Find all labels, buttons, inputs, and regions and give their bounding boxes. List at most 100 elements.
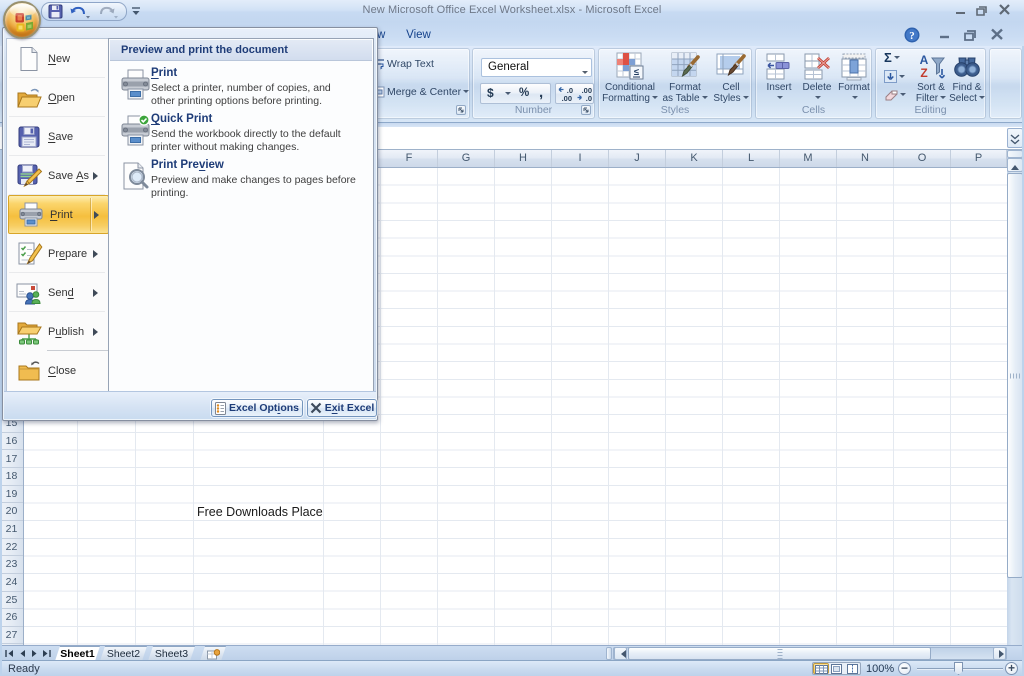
column-header-k[interactable]: K [666,150,723,167]
row-header-23[interactable]: 23 [0,556,23,574]
qat-redo-button[interactable] [97,4,119,23]
vertical-scroll-thumb[interactable] [1007,173,1023,578]
decrease-decimal-button[interactable]: .00.0 [576,85,593,105]
row-header-24[interactable]: 24 [0,574,23,592]
vertical-split-handle[interactable] [1007,150,1023,158]
number-dialog-launcher[interactable] [581,105,591,115]
excel-options-button[interactable]: Excel Options [211,399,303,417]
qat-customize-button[interactable] [129,5,143,18]
autosum-button[interactable]: Σ [884,49,900,66]
normal-view-button[interactable] [813,663,829,674]
currency-caret-icon[interactable] [505,92,511,98]
last-sheet-button[interactable] [41,648,52,659]
menu-item-save-as[interactable]: Save As [7,156,107,195]
exit-excel-button[interactable]: Exit Excel [307,399,377,417]
workbook-minimize-icon[interactable] [933,27,955,42]
zoom-slider-thumb[interactable] [954,662,963,675]
next-sheet-button[interactable] [29,648,40,659]
column-header-i[interactable]: I [552,150,609,167]
tab-view[interactable]: View [396,29,441,41]
grid-vline [437,168,438,645]
office-button[interactable] [3,1,41,39]
page-layout-view-button[interactable] [829,663,845,674]
find-select-button[interactable]: Find & Select [948,51,986,107]
menu-item-print[interactable]: Print [8,195,109,234]
format-as-table-button[interactable]: Format as Table [660,51,710,107]
increase-decimal-button[interactable]: .0.00 [557,85,574,105]
menu-item-prepare[interactable]: Prepare [7,234,107,273]
sheet-tab-sheet1[interactable]: Sheet1 [55,646,100,661]
qat-undo-button[interactable] [68,4,90,23]
horizontal-scroll-thumb[interactable] [628,647,931,660]
page-break-view-button[interactable] [845,663,861,674]
column-header-l[interactable]: L [723,150,780,167]
minimize-icon[interactable] [952,3,969,17]
restore-icon[interactable] [973,3,990,17]
percent-button[interactable]: % [519,87,529,99]
row-header-18[interactable]: 18 [0,468,23,486]
scroll-left-button[interactable] [614,647,627,660]
scroll-right-button[interactable] [993,647,1006,660]
menu-item-send[interactable]: Send [7,273,107,312]
zoom-in-button[interactable]: + [1005,662,1018,675]
previous-sheet-button[interactable] [17,648,28,659]
row-header-22[interactable]: 22 [0,539,23,557]
tab-split-handle[interactable] [606,647,612,660]
currency-button[interactable]: $ [487,86,494,100]
workbook-close-icon[interactable] [986,27,1008,42]
row-header-27[interactable]: 27 [0,627,23,645]
column-header-p[interactable]: P [951,150,1007,167]
close-icon[interactable] [996,3,1013,17]
column-header-f[interactable]: F [381,150,438,167]
menu-item-publish[interactable]: Publish [7,312,107,351]
menu-item-save[interactable]: Save [7,117,107,156]
find-select-label2: Select [949,93,977,104]
sheet-tab-sheet3[interactable]: Sheet3 [148,646,195,661]
fill-button[interactable] [884,68,905,85]
sort-filter-button[interactable]: AZ Sort & Filter [912,51,950,107]
format-cells-button[interactable]: Format [837,51,871,107]
tab-review-partial[interactable]: w [377,29,385,41]
insert-worksheet-tab[interactable] [200,646,226,661]
column-header-g[interactable]: G [438,150,495,167]
row-header-20[interactable]: 20 [0,503,23,521]
conditional-formatting-button[interactable]: ≤ Conditional Formatting [601,51,659,107]
row-header-21[interactable]: 21 [0,521,23,539]
qat-save-button[interactable] [48,4,63,22]
row-header-17[interactable]: 17 [0,451,23,469]
scroll-up-button[interactable] [1007,158,1023,172]
clear-button[interactable] [884,86,906,103]
row-header-19[interactable]: 19 [0,486,23,504]
merge-center-button[interactable]: Merge & Center [387,86,469,98]
cell-styles-button[interactable]: Cell Styles [711,51,751,107]
svg-text:A: A [920,53,929,67]
workbook-restore-icon[interactable] [959,27,981,42]
row-header-26[interactable]: 26 [0,609,23,627]
first-sheet-button[interactable] [4,648,15,659]
column-header-o[interactable]: O [894,150,951,167]
sheet-tab-sheet2[interactable]: Sheet2 [100,646,147,661]
column-header-n[interactable]: N [837,150,894,167]
row-header-25[interactable]: 25 [0,592,23,610]
decimal-buttons: .0.00 .00.0 [555,83,594,104]
menu-item-new[interactable]: New [7,39,107,78]
column-header-m[interactable]: M [780,150,837,167]
menu-item-close[interactable]: Close [7,351,107,390]
column-header-h[interactable]: H [495,150,552,167]
comma-button[interactable]: , [539,84,543,101]
help-icon[interactable]: ? [903,27,921,42]
alignment-dialog-launcher[interactable] [456,105,466,115]
status-ready-label: Ready [8,663,40,675]
submenu-arrow-icon [93,250,102,258]
zoom-out-button[interactable]: − [898,662,911,675]
formula-bar-expand-button[interactable] [1007,128,1023,148]
delete-cells-button[interactable]: Delete [799,51,835,107]
number-format-combo[interactable]: General [481,58,592,77]
menu-item-open[interactable]: Open [7,78,107,117]
vertical-scrollbar[interactable] [1007,150,1023,660]
insert-cells-button[interactable]: Insert [761,51,797,107]
zoom-level-label[interactable]: 100% [866,663,894,675]
row-header-16[interactable]: 16 [0,433,23,451]
column-header-j[interactable]: J [609,150,666,167]
wrap-text-button[interactable]: Wrap Text [387,58,434,70]
